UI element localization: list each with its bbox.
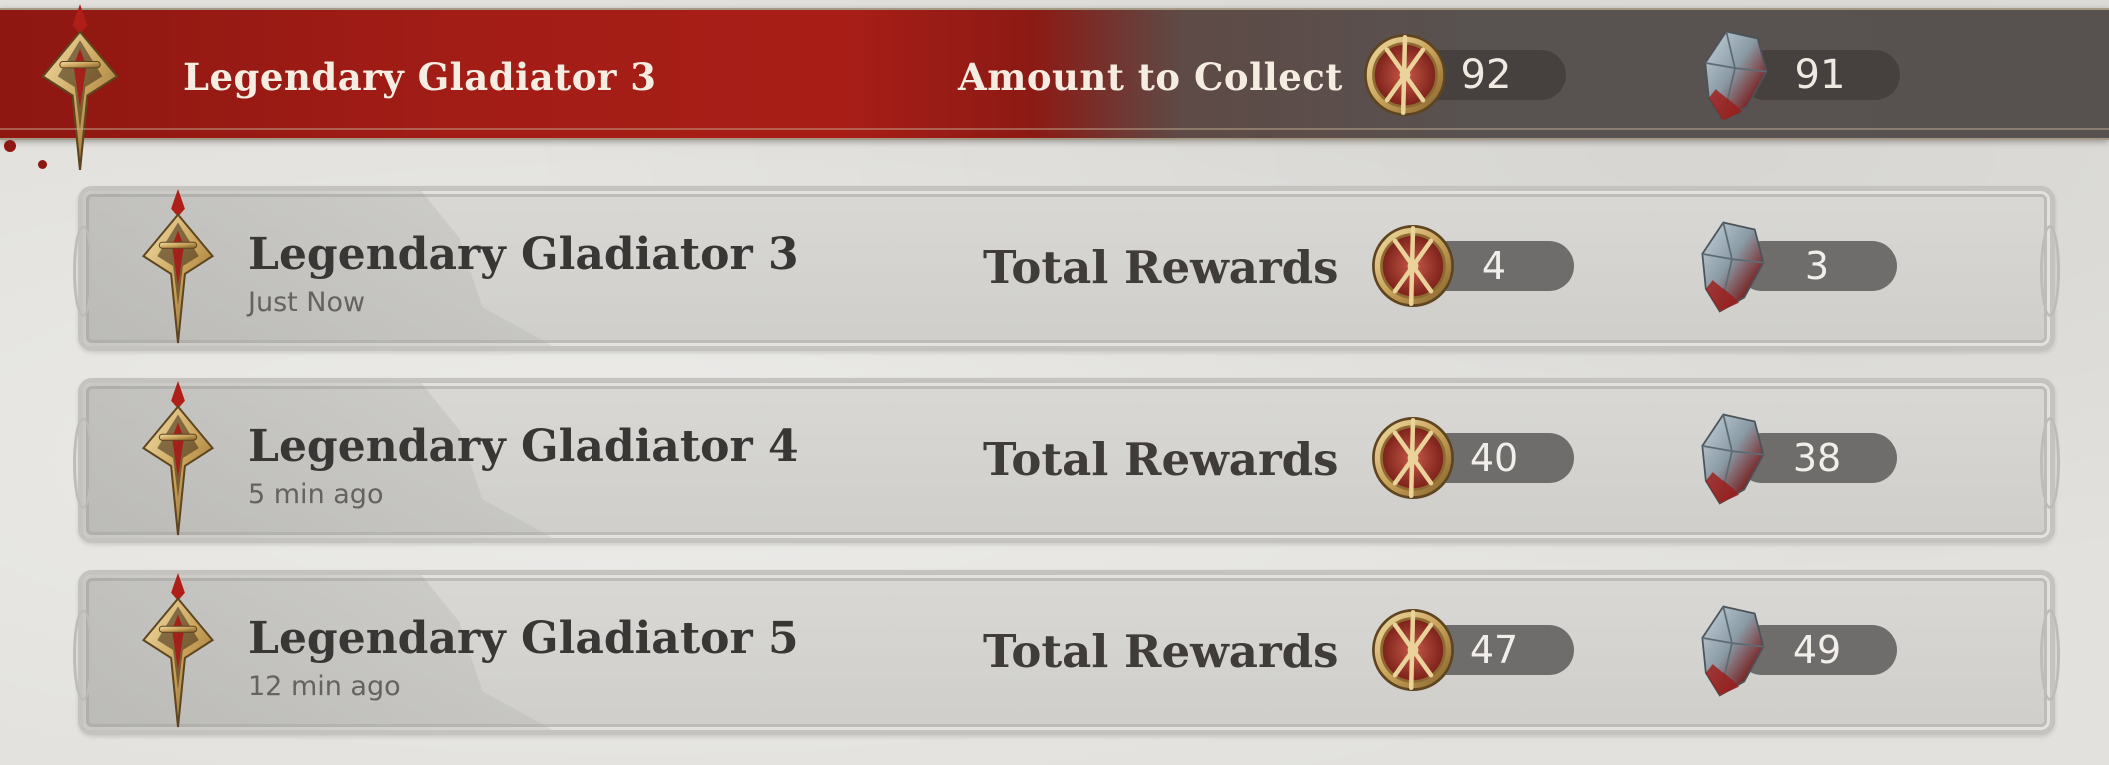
blood-crystal-shard-icon [1697,603,1767,699]
row-timestamp: 12 min ago [248,671,401,702]
total-rewards-label: Total Rewards [983,433,1339,486]
header-title: Legendary Gladiator 3 [183,55,657,99]
gold-medal-coin-icon [1368,605,1458,695]
row-title: Legendary Gladiator 4 [248,421,799,472]
total-rewards-label: Total Rewards [983,241,1339,294]
gold-medal-coin-icon [1368,221,1458,311]
blood-crystal-shard-icon [1697,219,1767,315]
reward-row: Legendary Gladiator 5 12 min ago Total R… [73,570,2060,735]
gladiator-sword-emblem-icon [20,2,140,172]
reward-row: Legendary Gladiator 4 5 min ago Total Re… [73,378,2060,543]
row-shard-counter: 38 [1697,433,1897,483]
gold-medal-coin-icon [1368,413,1458,503]
header-medal-counter: 92 [1366,50,1566,100]
collect-header-bar: Legendary Gladiator 3 Amount to Collect … [0,8,2109,140]
row-medal-counter: 4 [1374,241,1574,291]
blood-crystal-shard-icon [1700,28,1770,124]
row-medal-counter: 40 [1374,433,1574,483]
gladiator-sword-emblem-icon [133,379,223,537]
row-medal-counter: 47 [1374,625,1574,675]
reward-row: Legendary Gladiator 3 Just Now Total Rew… [73,186,2060,351]
row-timestamp: Just Now [248,287,366,318]
row-shard-counter: 3 [1697,241,1897,291]
row-timestamp: 5 min ago [248,479,384,510]
gladiator-sword-emblem-icon [133,571,223,729]
blood-crystal-shard-icon [1697,411,1767,507]
header-shard-counter: 91 [1700,50,1900,100]
gold-medal-coin-icon [1360,30,1450,120]
gladiator-sword-emblem-icon [133,187,223,345]
row-title: Legendary Gladiator 5 [248,613,799,664]
row-title: Legendary Gladiator 3 [248,229,799,280]
row-shard-counter: 49 [1697,625,1897,675]
total-rewards-label: Total Rewards [983,625,1339,678]
amount-to-collect-label: Amount to Collect [958,55,1343,99]
